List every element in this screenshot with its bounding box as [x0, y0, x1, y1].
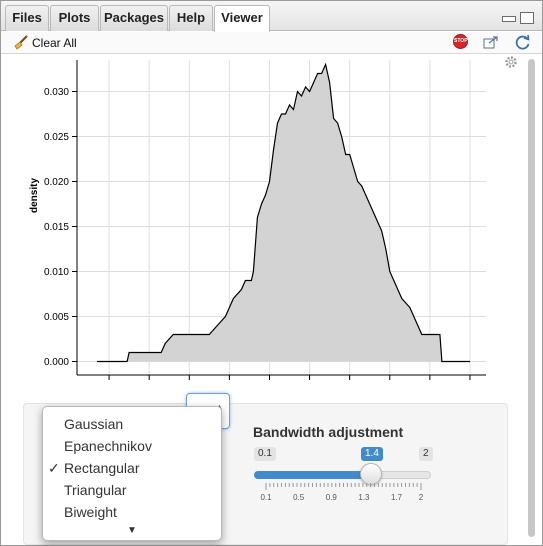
x-tick-label: 110 [462, 384, 478, 385]
x-tick-label: 50 [224, 384, 236, 385]
bandwidth-slider-handle[interactable] [360, 463, 382, 485]
x-tick-label: 30 [144, 384, 156, 385]
dropdown-option[interactable]: Epanechnikov [43, 436, 221, 458]
x-tick-label: 90 [384, 384, 396, 385]
density-plot: 20 30 40 50 60 70 80 90 100 110 0.000 0.005 0.010 0.0… [29, 60, 486, 385]
option-label: Triangular [64, 482, 127, 498]
tab-viewer[interactable]: Viewer [214, 5, 270, 32]
maximize-icon[interactable] [520, 12, 534, 24]
y-tick-label: 0.010 [44, 267, 69, 278]
vertical-scrollbar[interactable] [525, 55, 538, 543]
dropdown-option[interactable]: Biweight [43, 502, 221, 524]
viewer-toolbar: Clear All STOP [1, 32, 542, 54]
y-tick-label: 0.000 [44, 357, 69, 368]
broom-icon [14, 35, 28, 50]
gear-icon[interactable] [504, 55, 518, 69]
x-tick-label: 20 [104, 384, 116, 385]
slider-ticks: 0.1 0.5 0.9 1.3 1.7 2 [260, 483, 424, 502]
tab-plots[interactable]: Plots [50, 5, 99, 31]
slider-max-label: 2 [419, 447, 433, 461]
scroll-down-arrow-icon[interactable]: ▼ [127, 525, 137, 536]
y-tick-label: 0.015 [44, 222, 69, 233]
popout-icon[interactable] [483, 36, 499, 49]
slider-tick-label: 0.1 [260, 493, 272, 502]
option-label: Gaussian [64, 416, 124, 432]
bandwidth-title: Bandwidth adjustment [253, 424, 404, 440]
tab-files[interactable]: Files [5, 5, 49, 31]
minimize-icon[interactable] [502, 16, 516, 22]
tab-packages[interactable]: Packages [100, 5, 168, 31]
check-icon: ✓ [48, 460, 60, 476]
dropdown-option-selected[interactable]: ✓ Rectangular [43, 458, 221, 480]
x-tick-label: 70 [304, 384, 316, 385]
slider-tick-label: 1.3 [358, 493, 370, 502]
slider-tick-label: 0.5 [293, 493, 305, 502]
x-tick-label: 40 [184, 384, 196, 385]
slider-value-label: 1.4 [361, 447, 383, 461]
dropdown-option[interactable]: Gaussian [43, 414, 221, 436]
y-tick-label: 0.030 [44, 87, 69, 98]
tab-help[interactable]: Help [169, 5, 213, 31]
scrollbar-thumb[interactable] [528, 59, 535, 537]
stop-icon[interactable]: STOP [453, 34, 468, 49]
bandwidth-slider-fill [254, 471, 372, 479]
y-tick-label: 0.025 [44, 132, 69, 143]
slider-tick-label: 2 [419, 493, 424, 502]
kernel-dropdown-menu: Gaussian Epanechnikov ✓ Rectangular Tria… [42, 406, 222, 541]
option-label: Rectangular [64, 460, 140, 476]
slider-tick-label: 0.9 [326, 493, 338, 502]
y-tick-label: 0.005 [44, 312, 69, 323]
y-tick-label: 0.020 [44, 177, 69, 188]
slider-min-label: 0.1 [254, 447, 276, 461]
x-tick-label: 80 [344, 384, 356, 385]
x-tick-label: 60 [264, 384, 276, 385]
option-label: Biweight [64, 504, 117, 520]
pane-tab-bar: Files Plots Packages Help Viewer [1, 1, 542, 32]
dropdown-option[interactable]: Triangular [43, 480, 221, 502]
rstudio-viewer-pane: Files Plots Packages Help Viewer Clear A… [0, 0, 543, 546]
x-tick-label: 100 [422, 384, 439, 385]
slider-tick-label: 1.7 [391, 493, 403, 502]
clear-all-label: Clear All [32, 36, 77, 50]
option-label: Epanechnikov [64, 438, 152, 454]
refresh-icon[interactable] [514, 34, 531, 51]
y-axis-label: density [29, 178, 40, 213]
